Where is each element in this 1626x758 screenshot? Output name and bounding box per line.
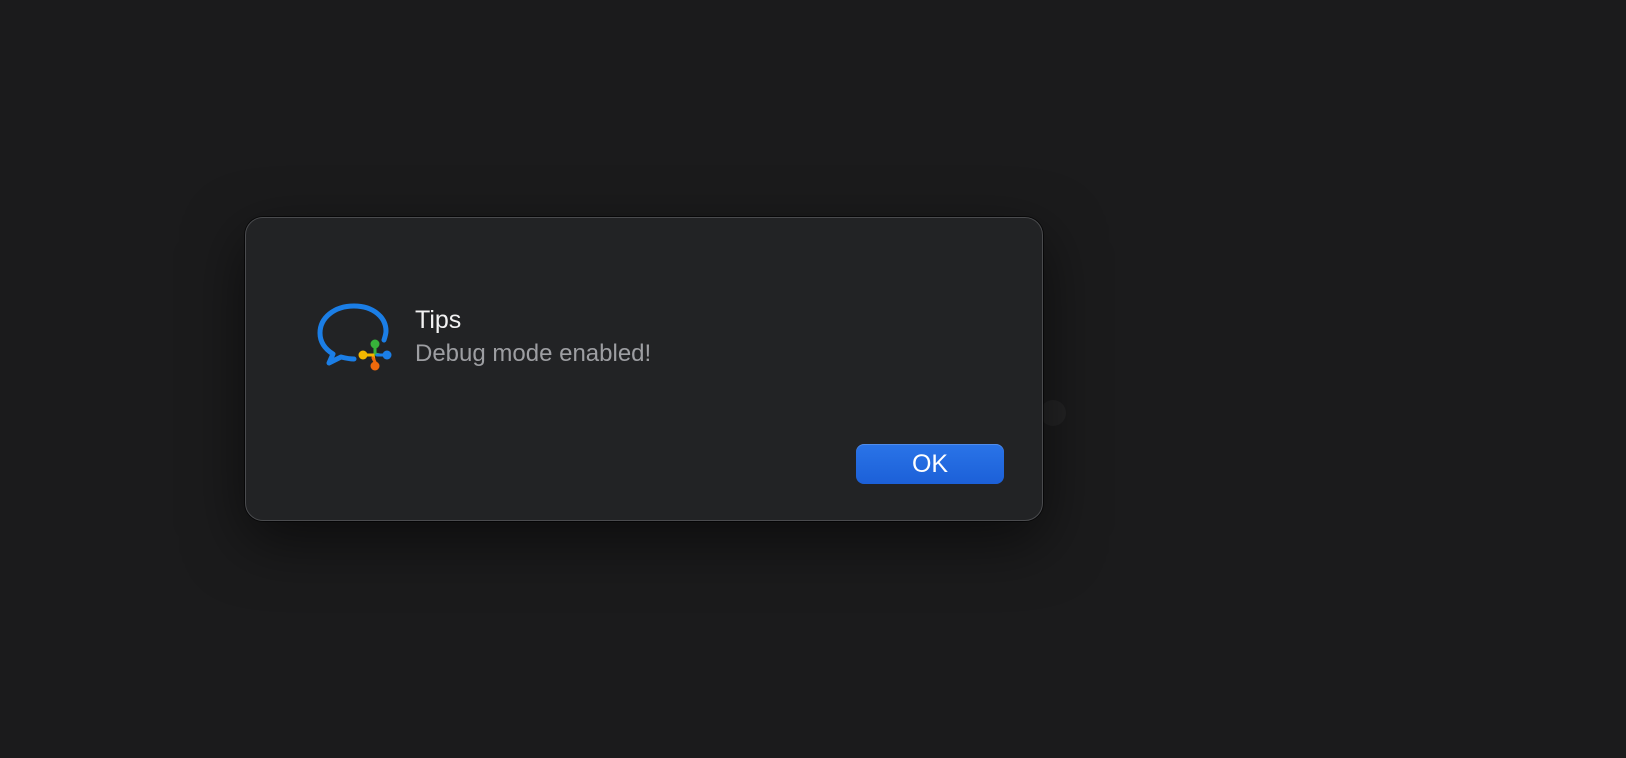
dialog-message: Debug mode enabled!	[415, 340, 652, 367]
dialog-title: Tips	[415, 306, 462, 334]
wecom-app-icon	[314, 300, 396, 382]
ok-button[interactable]: OK	[856, 444, 1004, 484]
desktop-backdrop: Tips Debug mode enabled! OK	[0, 0, 1626, 758]
alert-dialog: Tips Debug mode enabled! OK	[245, 217, 1043, 521]
background-element	[1040, 400, 1066, 426]
